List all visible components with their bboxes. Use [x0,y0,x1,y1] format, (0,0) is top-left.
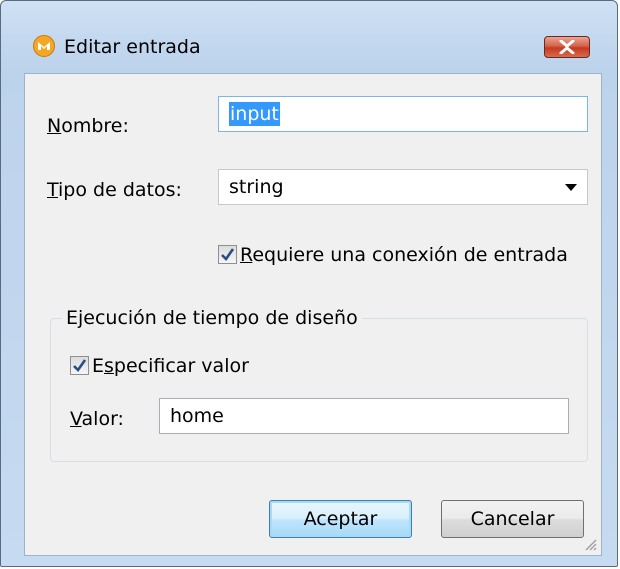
title-bar[interactable]: Editar entrada [1,1,617,71]
value-input[interactable]: home [159,398,569,434]
specify-value-checkbox[interactable] [70,356,89,375]
dialog-title: Editar entrada [64,36,201,58]
requires-connection-checkbox[interactable] [218,245,237,264]
value-input-text: home [170,405,224,427]
resize-grip-icon[interactable] [583,537,597,551]
data-type-label: Tipo de datos: [47,179,182,201]
name-label: Nombre: [47,115,129,137]
ok-button[interactable]: Aceptar [269,500,412,538]
mapforce-app-icon [33,35,55,57]
specify-value-label[interactable]: Especificar valor [92,354,249,378]
data-type-value: string [229,176,284,198]
data-type-select[interactable]: string [218,169,588,205]
name-input[interactable]: input [218,96,588,132]
dialog-client-area: Nombre: input Tipo de datos: string Requ… [24,73,602,556]
dialog-window: Editar entrada Nombre: input Tipo de dat… [0,0,618,567]
checkmark-icon [221,248,235,262]
cancel-button[interactable]: Cancelar [441,500,584,538]
chevron-down-icon [565,184,577,191]
close-icon [559,40,575,54]
close-button[interactable] [544,36,590,58]
name-input-value: input [229,102,280,126]
value-label: Valor: [70,408,124,430]
requires-connection-label[interactable]: Requiere una conexión de entrada [240,243,568,267]
checkmark-icon [73,359,87,373]
design-time-group-title: Ejecución de tiempo de diseño [62,306,362,330]
design-time-group [50,318,588,462]
